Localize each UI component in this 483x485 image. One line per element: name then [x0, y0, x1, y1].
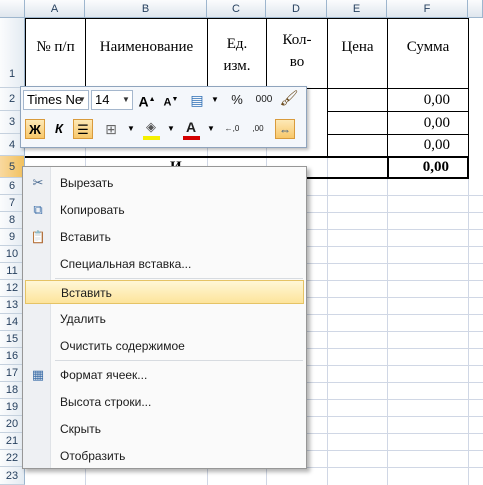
font-name-value: Times Ne [27, 92, 83, 107]
column-header-b[interactable]: B [85, 0, 207, 18]
mini-toolbar: Times Ne ▼ 14 ▼ A▲ A▼ ▤ ▼ % 000 🖌 Ж К ☰ … [20, 86, 307, 148]
header-cell-quantity[interactable]: Кол- во [266, 18, 328, 89]
menu-item-label: Скрыть [60, 422, 101, 436]
cell-sum[interactable]: 0,00 [387, 88, 469, 112]
menu-item-label: Специальная вставка... [60, 257, 192, 271]
header-cell-unit[interactable]: Ед. изм. [207, 18, 267, 89]
accounting-format-icon[interactable]: ▤ [187, 90, 207, 110]
menu-item-cut[interactable]: ✂ Вырезать [25, 171, 304, 195]
menu-item-paste-special[interactable]: Специальная вставка... [25, 252, 304, 276]
header-cell-price[interactable]: Цена [327, 18, 388, 89]
chevron-down-icon[interactable]: ▼ [201, 119, 221, 139]
menu-item-copy[interactable]: ⧉ Копировать [25, 198, 304, 222]
menu-item-clear-contents[interactable]: Очистить содержимое [25, 334, 304, 358]
chevron-down-icon[interactable]: ▼ [120, 91, 132, 109]
font-size-combo[interactable]: 14 ▼ [91, 90, 133, 110]
menu-item-format-cells[interactable]: ▦ Формат ячеек... [25, 363, 304, 387]
menu-item-label: Вырезать [60, 176, 114, 190]
column-header-c[interactable]: C [207, 0, 266, 18]
cell-sum[interactable]: 0,00 [387, 111, 469, 135]
scissors-icon: ✂ [32, 175, 44, 190]
menu-item-row-height[interactable]: Высота строки... [25, 390, 304, 414]
decrease-decimal-button[interactable]: ,00 [247, 119, 269, 139]
menu-item-label: Высота строки... [60, 395, 152, 409]
menu-item-label: Формат ячеек... [60, 368, 148, 382]
chevron-down-icon[interactable]: ▼ [121, 119, 141, 139]
menu-item-hide[interactable]: Скрыть [25, 417, 304, 441]
menu-item-paste[interactable]: 📋 Вставить [25, 225, 304, 249]
increase-decimal-button[interactable]: ←,0 [221, 119, 243, 139]
menu-separator [55, 360, 303, 361]
fill-color-icon[interactable]: ◈ [141, 117, 161, 137]
row-header[interactable]: 23 [0, 467, 25, 485]
column-header-e[interactable]: E [327, 0, 387, 18]
total-sum-cell[interactable]: 0,00 [387, 156, 469, 179]
merge-center-icon[interactable]: ⇔ [275, 119, 295, 139]
bold-button[interactable]: Ж [25, 119, 45, 139]
shrink-font-label: A [163, 96, 172, 109]
chevron-down-icon[interactable]: ▼ [76, 91, 88, 109]
cell-price[interactable] [327, 111, 388, 135]
cell-sum[interactable]: 0,00 [387, 134, 469, 157]
font-color-swatch [183, 136, 200, 140]
column-header-d[interactable]: D [266, 0, 327, 18]
menu-separator [55, 278, 303, 279]
italic-button[interactable]: К [49, 119, 69, 139]
fill-color-swatch [143, 136, 160, 140]
column-header-f[interactable]: F [387, 0, 468, 18]
select-all-corner[interactable] [0, 0, 25, 18]
borders-icon[interactable]: ⊞ [101, 119, 121, 139]
cell-price[interactable] [327, 134, 388, 157]
shrink-font-icon[interactable]: A▼ [161, 90, 181, 110]
menu-item-label: Вставить [60, 230, 111, 244]
menu-item-insert[interactable]: Вставить [25, 280, 304, 304]
chevron-down-icon[interactable]: ▼ [161, 119, 181, 139]
copy-icon: ⧉ [33, 202, 43, 217]
menu-item-label: Вставить [61, 286, 112, 300]
center-align-icon[interactable]: ☰ [73, 119, 93, 139]
thousands-separator-button[interactable]: 000 [253, 90, 275, 110]
format-cells-icon: ▦ [31, 367, 45, 382]
column-header-a[interactable]: A [25, 0, 85, 18]
menu-item-label: Удалить [60, 312, 106, 326]
menu-item-label: Очистить содержимое [60, 339, 185, 353]
format-painter-icon[interactable]: 🖌 [279, 89, 299, 109]
paste-icon: 📋 [30, 230, 46, 244]
cell-price[interactable] [327, 88, 388, 112]
menu-item-label: Отобразить [60, 449, 126, 463]
row-header[interactable]: 1 [0, 18, 25, 88]
grow-font-label: A [138, 93, 149, 110]
chevron-down-icon[interactable]: ▼ [205, 90, 225, 110]
menu-item-label: Копировать [60, 203, 125, 217]
menu-item-unhide[interactable]: Отобразить [25, 444, 304, 468]
percent-button[interactable]: % [227, 90, 247, 110]
font-color-icon[interactable]: A [181, 117, 201, 137]
font-size-value: 14 [95, 92, 110, 107]
column-header-g[interactable] [468, 0, 483, 18]
context-menu: ✂ Вырезать ⧉ Копировать 📋 Вставить Специ… [22, 166, 307, 469]
font-name-combo[interactable]: Times Ne ▼ [23, 90, 89, 110]
menu-item-delete[interactable]: Удалить [25, 307, 304, 331]
header-cell-name[interactable]: Наименование [85, 18, 208, 89]
header-cell-number[interactable]: № п/п [25, 18, 86, 89]
grow-font-icon[interactable]: A▲ [137, 90, 157, 110]
header-cell-sum[interactable]: Сумма [387, 18, 469, 89]
